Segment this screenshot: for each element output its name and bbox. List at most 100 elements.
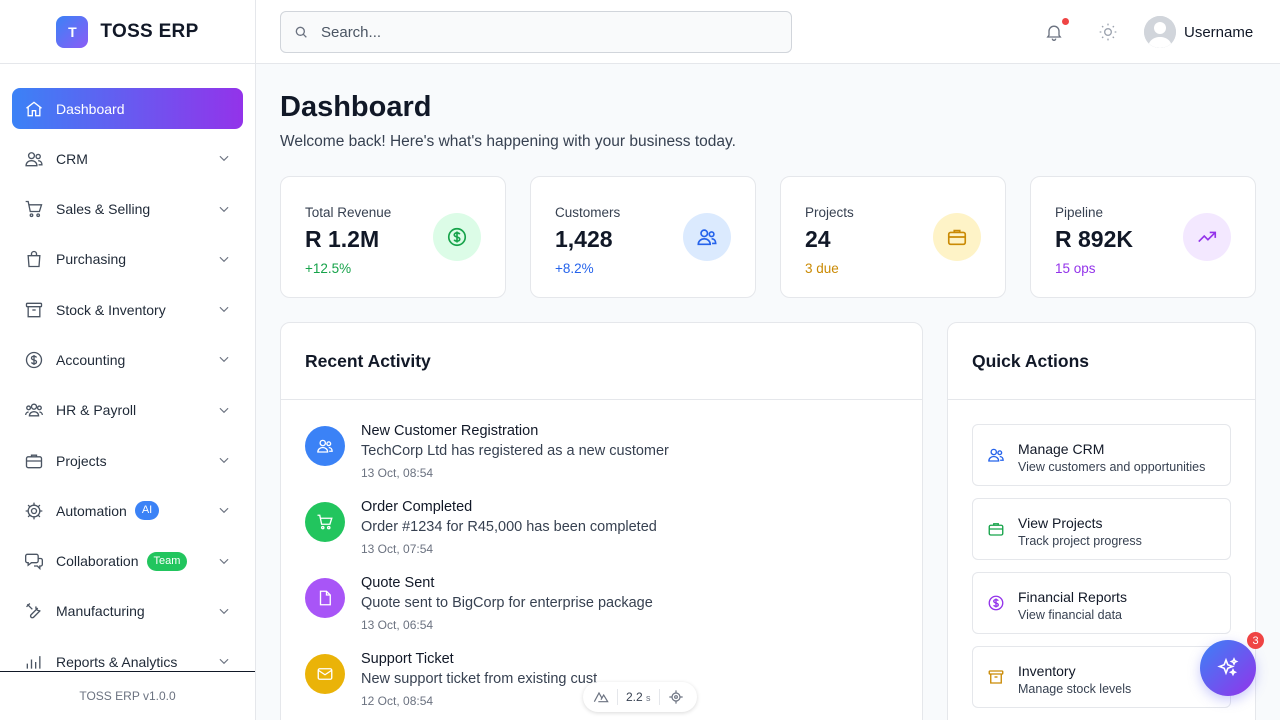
activity-title: New Customer Registration: [361, 423, 539, 439]
activity-description: New support ticket from existing cust: [361, 671, 598, 687]
sparkles-icon: [1217, 657, 1239, 677]
briefcase-icon: [25, 454, 43, 468]
activity-time: 13 Oct, 06:54: [361, 618, 434, 632]
sidebar-item-reports[interactable]: Reports & Analytics: [12, 641, 243, 670]
sidebar-item-label: CRM: [56, 150, 88, 167]
load-time: 2.2 s: [626, 690, 651, 704]
divider: [658, 689, 660, 705]
quick-action-inventory[interactable]: Inventory Manage stock levels: [972, 646, 1231, 708]
brand[interactable]: T TOSS ERP: [0, 0, 255, 64]
bell-icon[interactable]: [1044, 22, 1064, 42]
quick-action-description: View financial data: [1018, 608, 1123, 622]
activity-icon: [305, 578, 345, 618]
stat-delta: +8.2%: [555, 261, 594, 276]
assistant-badge: 3: [1247, 632, 1264, 649]
sidebar: T TOSS ERP Dashboard CRM Sales & Selling…: [0, 0, 256, 720]
sidebar-item-label: Stock & Inventory: [56, 301, 166, 318]
stat-delta: 3 due: [805, 261, 839, 276]
sidebar-item-stock[interactable]: Stock & Inventory: [12, 289, 243, 330]
card-title: Quick Actions: [948, 323, 1255, 400]
divider: [617, 689, 618, 705]
dev-toolbar[interactable]: 2.2 s: [583, 682, 697, 712]
sidebar-item-label: Collaboration: [56, 553, 139, 570]
sidebar-item-dashboard[interactable]: Dashboard: [12, 88, 243, 129]
user-menu[interactable]: Username: [1144, 16, 1253, 48]
search-input[interactable]: [321, 23, 761, 41]
sidebar-item-label: HR & Payroll: [56, 402, 137, 419]
load-time-unit: s: [646, 693, 651, 703]
users-icon: [697, 229, 717, 246]
quick-action-description: View customers and opportunities: [1018, 460, 1206, 474]
chevron-down-icon: [219, 156, 229, 162]
activity-title: Quote Sent: [361, 575, 435, 591]
cart-icon: [25, 200, 43, 218]
chevron-down-icon: [219, 558, 229, 564]
quick-action-view-projects[interactable]: View Projects Track project progress: [972, 498, 1231, 560]
user-avatar-icon: [1144, 16, 1176, 48]
stat-delta: +12.5%: [305, 261, 352, 276]
briefcase-icon: [947, 229, 967, 246]
users-icon: [988, 448, 1004, 462]
sidebar-item-crm[interactable]: CRM: [12, 138, 243, 179]
quick-action-manage-crm[interactable]: Manage CRM View customers and opportunit…: [972, 424, 1231, 486]
chevron-down-icon: [219, 659, 229, 665]
sidebar-item-hr[interactable]: HR & Payroll: [12, 390, 243, 431]
search-icon: [295, 26, 307, 38]
sidebar-item-sales[interactable]: Sales & Selling: [12, 189, 243, 230]
version-label: TOSS ERP v1.0.0: [0, 671, 255, 720]
stat-card-pipeline: Pipeline R 892K 15 ops: [1030, 176, 1256, 298]
sidebar-item-label: Reports & Analytics: [56, 653, 178, 670]
target-icon[interactable]: [668, 689, 684, 705]
page-subtitle: Welcome back! Here's what's happening wi…: [280, 133, 736, 150]
activity-time: 13 Oct, 07:54: [361, 542, 434, 556]
stat-icon: [933, 213, 981, 261]
team-badge: Team: [146, 551, 188, 571]
stat-icon: [433, 213, 481, 261]
sidebar-item-accounting[interactable]: Accounting: [12, 339, 243, 380]
stat-icon: [683, 213, 731, 261]
mail-icon: [317, 668, 333, 680]
activity-icon: [305, 654, 345, 694]
users-icon: [25, 151, 43, 167]
home-icon: [26, 100, 42, 116]
sidebar-item-purchasing[interactable]: Purchasing: [12, 239, 243, 280]
notification-dot: [1062, 18, 1069, 25]
document-icon: [319, 590, 331, 606]
shopping-bag-icon: [27, 251, 41, 268]
cart-icon: [317, 514, 333, 530]
archive-box-icon: [988, 670, 1004, 684]
activity-icon: [305, 502, 345, 542]
top-header: Username: [256, 0, 1280, 64]
sidebar-item-collaboration[interactable]: Collaboration Team: [12, 541, 243, 582]
chevron-down-icon: [219, 407, 229, 413]
sidebar-item-label: Sales & Selling: [56, 201, 151, 218]
load-time-value: 2.2: [626, 690, 643, 704]
sidebar-item-label: Dashboard: [56, 100, 125, 117]
sidebar-item-label: Projects: [56, 452, 107, 469]
sidebar-item-projects[interactable]: Projects: [12, 440, 243, 481]
chevron-down-icon: [219, 608, 229, 615]
sidebar-item-label: Manufacturing: [56, 603, 145, 620]
page-title: Dashboard: [280, 91, 432, 123]
quick-action-financial-reports[interactable]: Financial Reports View financial data: [972, 572, 1231, 634]
sidebar-item-manufacturing[interactable]: Manufacturing: [12, 591, 243, 632]
ai-assistant-button[interactable]: [1200, 640, 1256, 696]
sidebar-nav: Dashboard CRM Sales & Selling Purchasing…: [12, 88, 243, 670]
username: Username: [1184, 23, 1254, 41]
user-group-icon: [25, 403, 43, 417]
activity-title: Support Ticket: [361, 651, 454, 667]
activity-icon: [305, 426, 345, 466]
sun-icon[interactable]: [1098, 22, 1118, 42]
sidebar-item-label: Accounting: [56, 351, 126, 368]
sidebar-item-automation[interactable]: Automation AI: [12, 490, 243, 531]
quick-action-title: Manage CRM: [1018, 441, 1105, 457]
nuxt-logo-icon[interactable]: [593, 689, 609, 705]
recent-activity-card: Recent Activity New Customer Registratio…: [280, 322, 923, 720]
quick-action-description: Manage stock levels: [1018, 682, 1132, 696]
search-bar[interactable]: [280, 11, 792, 53]
chevron-down-icon: [219, 256, 229, 263]
chevron-down-icon: [219, 357, 229, 363]
stat-card-projects: Projects 24 3 due: [780, 176, 1006, 298]
sidebar-item-label: Purchasing: [56, 251, 127, 268]
cog-icon: [25, 502, 43, 520]
